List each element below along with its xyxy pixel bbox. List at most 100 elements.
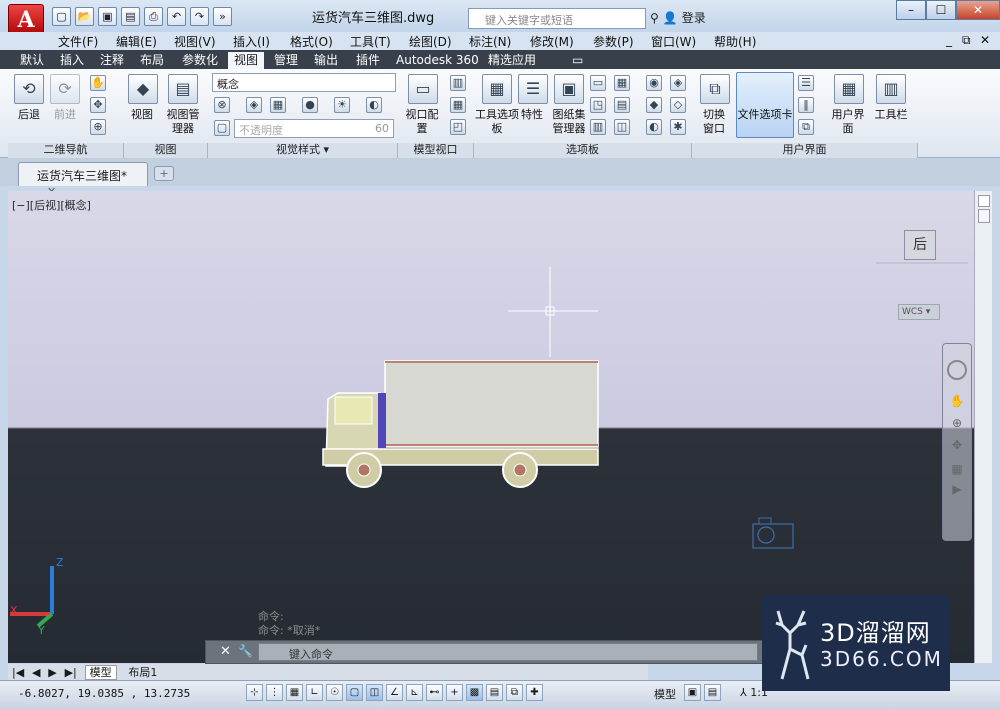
search-input[interactable]: 键入关键字或短语: [468, 8, 646, 29]
menu-dimension[interactable]: 标注(N): [469, 33, 511, 50]
tile-horizontal-icon[interactable]: ☰: [798, 75, 814, 91]
doc-minimize-icon[interactable]: _: [946, 33, 952, 47]
palette-f-icon[interactable]: ✱: [670, 119, 686, 135]
pan-nav-icon[interactable]: ✋: [947, 394, 967, 408]
palette-e-icon[interactable]: ◐: [646, 119, 662, 135]
toolbars-icon[interactable]: ▥: [876, 74, 906, 104]
vertical-scrollbar[interactable]: [974, 191, 992, 663]
design-center-icon[interactable]: ▦: [614, 75, 630, 91]
open-file-icon[interactable]: 📂: [75, 7, 94, 26]
viewcube-face[interactable]: 后: [904, 230, 936, 260]
object-snap-tracking-icon[interactable]: ∠: [386, 684, 403, 701]
palette-d-icon[interactable]: ◇: [670, 97, 686, 113]
save-icon[interactable]: ▣: [98, 7, 117, 26]
menu-parameters[interactable]: 参数(P): [593, 33, 634, 50]
tab-output[interactable]: 输出: [308, 52, 344, 69]
print-icon[interactable]: ⎙: [144, 7, 163, 26]
ortho-mode-icon[interactable]: ∟: [306, 684, 323, 701]
forward-view-icon[interactable]: ⟳: [50, 74, 80, 104]
login-area[interactable]: ⚲ 👤 登录: [650, 9, 706, 26]
new-file-icon[interactable]: ▢: [52, 7, 71, 26]
more-tools-icon[interactable]: »: [213, 7, 232, 26]
scroll-thumb[interactable]: [977, 209, 990, 223]
join-viewports-icon[interactable]: ▦: [450, 97, 466, 113]
dynamic-input-icon[interactable]: ⊷: [426, 684, 443, 701]
menu-edit[interactable]: 编辑(E): [116, 33, 157, 50]
quick-view-layouts-icon[interactable]: ▣: [684, 684, 701, 701]
tab-layout1[interactable]: 布局1: [124, 666, 161, 679]
tab-parametric[interactable]: 参数化: [176, 52, 224, 69]
xray-icon[interactable]: ⊗: [214, 97, 230, 113]
viewport-config-icon[interactable]: ▭: [408, 74, 438, 104]
document-tab[interactable]: 运货汽车三维图* ✕: [18, 162, 148, 198]
next-tab-icon[interactable]: ▶: [48, 666, 56, 679]
tab-model[interactable]: 模型: [84, 665, 117, 680]
polar-tracking-icon[interactable]: ☉: [326, 684, 343, 701]
view-manager-icon[interactable]: ▤: [168, 74, 198, 104]
menu-format[interactable]: 格式(O): [290, 33, 333, 50]
opacity-icon[interactable]: ▢: [214, 120, 230, 136]
showmotion-icon[interactable]: ▦: [947, 462, 967, 476]
render-sphere-icon[interactable]: ◐: [366, 97, 382, 113]
orbit-nav-icon[interactable]: ✥: [947, 438, 967, 452]
menu-modify[interactable]: 修改(M): [530, 33, 574, 50]
restore-viewports-icon[interactable]: ◰: [450, 119, 466, 135]
quick-properties-icon[interactable]: ▤: [486, 684, 503, 701]
grid-display-icon[interactable]: ▦: [286, 684, 303, 701]
menu-insert[interactable]: 插入(I): [233, 33, 270, 50]
palette-a-icon[interactable]: ◉: [646, 75, 662, 91]
object-snap-icon[interactable]: ▢: [346, 684, 363, 701]
snap-mode-icon[interactable]: ⋮: [266, 684, 283, 701]
palette-c-icon[interactable]: ◆: [646, 97, 662, 113]
close-button[interactable]: ✕: [956, 0, 1000, 20]
redo-icon[interactable]: ↷: [190, 7, 209, 26]
maximize-button[interactable]: ☐: [926, 0, 956, 20]
tab-plugins[interactable]: 插件: [350, 52, 386, 69]
cascade-icon[interactable]: ⧉: [798, 119, 814, 135]
model-space-label[interactable]: 模型: [654, 686, 676, 702]
tile-vertical-icon[interactable]: ‖: [798, 97, 814, 113]
switch-window-icon[interactable]: ⧉: [700, 74, 730, 104]
zoom-nav-icon[interactable]: ⊕: [947, 416, 967, 430]
menu-file[interactable]: 文件(F): [58, 33, 98, 50]
login-label[interactable]: 登录: [682, 9, 706, 26]
menu-view[interactable]: 视图(V): [174, 33, 216, 50]
material-icon[interactable]: ●: [302, 97, 318, 113]
command-input[interactable]: 键入命令: [258, 643, 758, 661]
save-as-icon[interactable]: ▤: [121, 7, 140, 26]
last-tab-icon[interactable]: ▶|: [65, 666, 77, 679]
ribbon-minimize-icon[interactable]: ▭: [566, 52, 589, 69]
tab-annotate[interactable]: 注释: [94, 52, 130, 69]
tab-insert[interactable]: 插入: [54, 52, 90, 69]
binoculars-icon[interactable]: ⚲: [650, 11, 659, 25]
opacity-field[interactable]: 不透明度 60: [234, 119, 394, 138]
palette-b-icon[interactable]: ◈: [670, 75, 686, 91]
edge-style-icon[interactable]: ▦: [270, 97, 286, 113]
new-tab-icon[interactable]: +: [154, 166, 174, 181]
tab-view[interactable]: 视图: [228, 52, 265, 69]
markup-icon[interactable]: ◳: [590, 97, 606, 113]
tab-autodesk-360[interactable]: Autodesk 360: [390, 52, 485, 69]
showmotion-play-icon[interactable]: ▶: [947, 482, 967, 496]
user-interface-icon[interactable]: ▦: [834, 74, 864, 104]
zoom-icon[interactable]: ⊕: [90, 119, 106, 135]
minimize-button[interactable]: –: [896, 0, 926, 20]
lights-icon[interactable]: ☀: [334, 97, 350, 113]
visual-style-select[interactable]: 概念: [212, 73, 396, 92]
lineweight-icon[interactable]: +: [446, 684, 463, 701]
coordinate-readout[interactable]: -6.8027, 19.0385 , 13.2735: [18, 687, 190, 700]
truck-model[interactable]: [322, 360, 599, 488]
menu-tools[interactable]: 工具(T): [350, 33, 391, 50]
selection-cycling-icon[interactable]: ⧉: [506, 684, 523, 701]
panel-visual-styles[interactable]: 视觉样式 ▾: [208, 143, 398, 158]
doc-close-icon[interactable]: ✕: [980, 33, 990, 47]
tool-palette-icon[interactable]: ▦: [482, 74, 512, 104]
prev-tab-icon[interactable]: ◀: [32, 666, 40, 679]
viewport-controls-label[interactable]: [−][后视][概念]: [12, 197, 91, 213]
shadow-icon[interactable]: ◈: [246, 97, 262, 113]
menu-window[interactable]: 窗口(W): [651, 33, 696, 50]
tab-layout[interactable]: 布局: [134, 52, 170, 69]
view-cube-ribbon-icon[interactable]: ◆: [128, 74, 158, 104]
properties-icon[interactable]: ☰: [518, 74, 548, 104]
infer-constraints-icon[interactable]: ⊹: [246, 684, 263, 701]
